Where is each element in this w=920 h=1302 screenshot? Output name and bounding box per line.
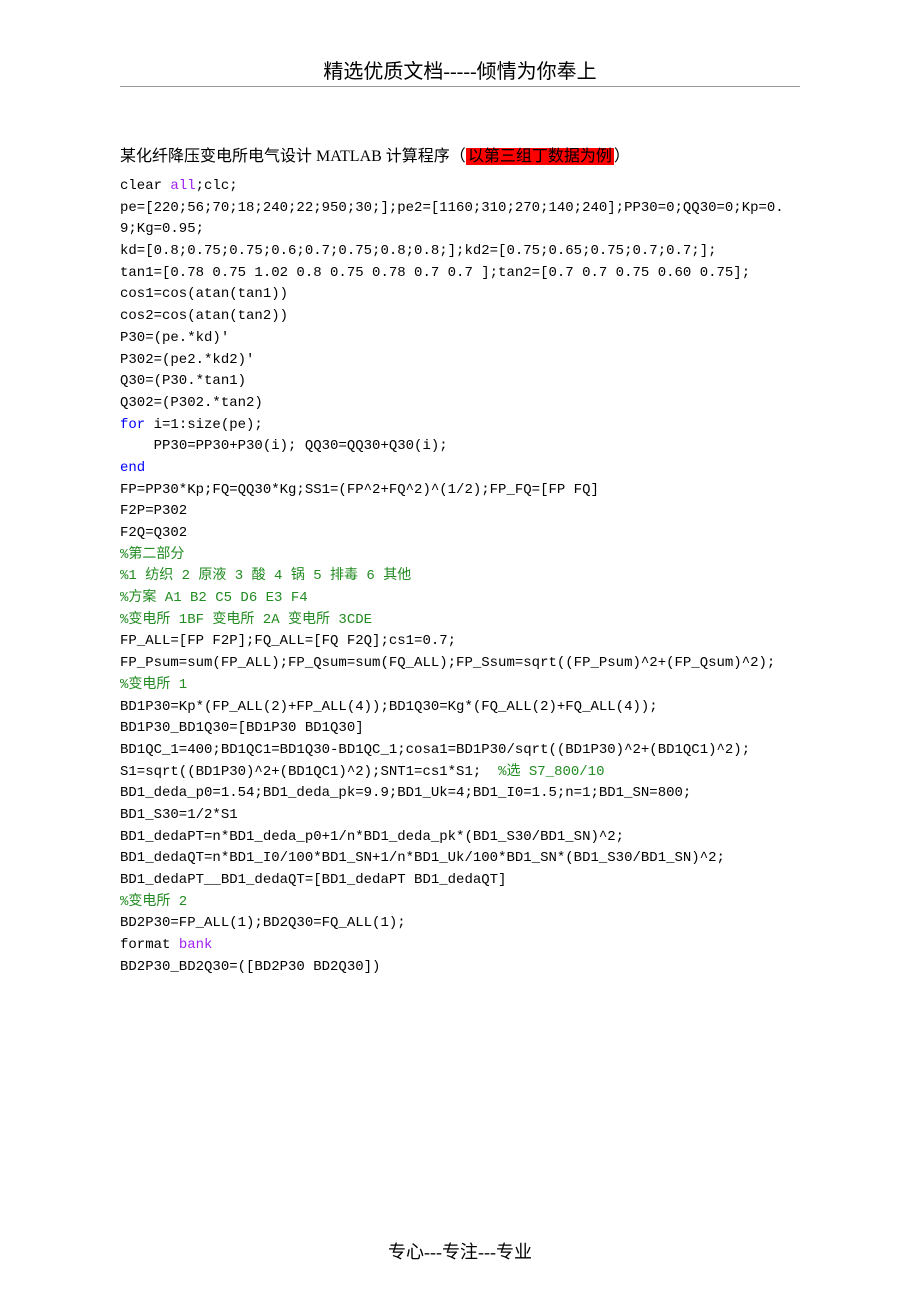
code-line: BD1P30=Kp*(FP_ALL(2)+FP_ALL(4));BD1Q30=K… bbox=[120, 699, 658, 715]
page-header: 精选优质文档-----倾情为你奉上 bbox=[120, 55, 800, 84]
keyword-for: for bbox=[120, 417, 145, 433]
title-suffix: ） bbox=[614, 148, 630, 165]
comment-line: %方案 A1 B2 C5 D6 E3 F4 bbox=[120, 590, 308, 606]
keyword-end: end bbox=[120, 460, 145, 476]
keyword-bank: bank bbox=[179, 937, 213, 953]
code-line: pe=[220;56;70;18;240;22;950;30;];pe2=[11… bbox=[120, 200, 784, 238]
footer-text: 专心---专注---专业 bbox=[388, 1242, 532, 1262]
code-line: BD2P30=FP_ALL(1);BD2Q30=FQ_ALL(1); bbox=[120, 915, 406, 931]
code-line: BD2P30_BD2Q30=([BD2P30 BD2Q30]) bbox=[120, 959, 380, 975]
comment-line: %1 纺织 2 原液 3 酸 4 锅 5 排毒 6 其他 bbox=[120, 568, 411, 584]
code-line: i=1:size(pe); bbox=[145, 417, 263, 433]
title-latin: MATLAB bbox=[316, 148, 382, 165]
code-line: FP_ALL=[FP F2P];FQ_ALL=[FQ F2Q];cs1=0.7; bbox=[120, 633, 456, 649]
header-divider bbox=[120, 86, 800, 87]
code-line: Q302=(P302.*tan2) bbox=[120, 395, 263, 411]
code-line: PP30=PP30+P30(i); QQ30=QQ30+Q30(i); bbox=[120, 438, 448, 454]
code-block: clear all;clc; pe=[220;56;70;18;240;22;9… bbox=[120, 176, 800, 978]
title-highlight: 以第三组丁数据为例 bbox=[466, 148, 614, 165]
code-line: format bbox=[120, 937, 179, 953]
code-line: kd=[0.8;0.75;0.75;0.6;0.7;0.75;0.8;0.8;]… bbox=[120, 243, 717, 259]
code-line: F2Q=Q302 bbox=[120, 525, 187, 541]
title-prefix: 某化纤降压变电所电气设计 bbox=[120, 148, 316, 165]
code-line: P302=(pe2.*kd2)' bbox=[120, 352, 254, 368]
code-line: F2P=P302 bbox=[120, 503, 187, 519]
code-line: BD1_dedaPT__BD1_dedaQT=[BD1_dedaPT BD1_d… bbox=[120, 872, 506, 888]
code-line: BD1_dedaQT=n*BD1_I0/100*BD1_SN+1/n*BD1_U… bbox=[120, 850, 725, 866]
title-mid: 计算程序（ bbox=[382, 148, 466, 165]
page-footer: 专心---专注---专业 bbox=[0, 1238, 920, 1264]
code-line: clear bbox=[120, 178, 170, 194]
comment-line: %变电所 2 bbox=[120, 894, 187, 910]
header-title-text: 精选优质文档-----倾情为你奉上 bbox=[323, 61, 596, 83]
comment-line: %变电所 1 bbox=[120, 677, 187, 693]
code-line: BD1QC_1=400;BD1QC1=BD1Q30-BD1QC_1;cosa1=… bbox=[120, 742, 750, 758]
code-line: P30=(pe.*kd)' bbox=[120, 330, 229, 346]
code-line: cos1=cos(atan(tan1)) bbox=[120, 286, 288, 302]
comment-line: %变电所 1BF 变电所 2A 变电所 3CDE bbox=[120, 612, 372, 628]
code-line: BD1_deda_p0=1.54;BD1_deda_pk=9.9;BD1_Uk=… bbox=[120, 785, 691, 801]
code-line: ;clc; bbox=[196, 178, 238, 194]
code-line: FP_Psum=sum(FP_ALL);FP_Qsum=sum(FQ_ALL);… bbox=[120, 655, 775, 671]
code-line: FP=PP30*Kp;FQ=QQ30*Kg;SS1=(FP^2+FQ^2)^(1… bbox=[120, 482, 599, 498]
comment-line: %第二部分 bbox=[120, 547, 184, 563]
code-line: cos2=cos(atan(tan2)) bbox=[120, 308, 288, 324]
code-line: tan1=[0.78 0.75 1.02 0.8 0.75 0.78 0.7 0… bbox=[120, 265, 750, 281]
code-line: BD1P30_BD1Q30=[BD1P30 BD1Q30] bbox=[120, 720, 364, 736]
document-title: 某化纤降压变电所电气设计 MATLAB 计算程序（以第三组丁数据为例） bbox=[120, 142, 800, 166]
code-line: Q30=(P30.*tan1) bbox=[120, 373, 246, 389]
code-line: S1=sqrt((BD1P30)^2+(BD1QC1)^2);SNT1=cs1*… bbox=[120, 764, 498, 780]
code-line: BD1_S30=1/2*S1 bbox=[120, 807, 238, 823]
code-line: BD1_dedaPT=n*BD1_deda_p0+1/n*BD1_deda_pk… bbox=[120, 829, 624, 845]
keyword-all: all bbox=[170, 178, 195, 194]
comment-inline: %选 S7_800/10 bbox=[498, 764, 604, 780]
